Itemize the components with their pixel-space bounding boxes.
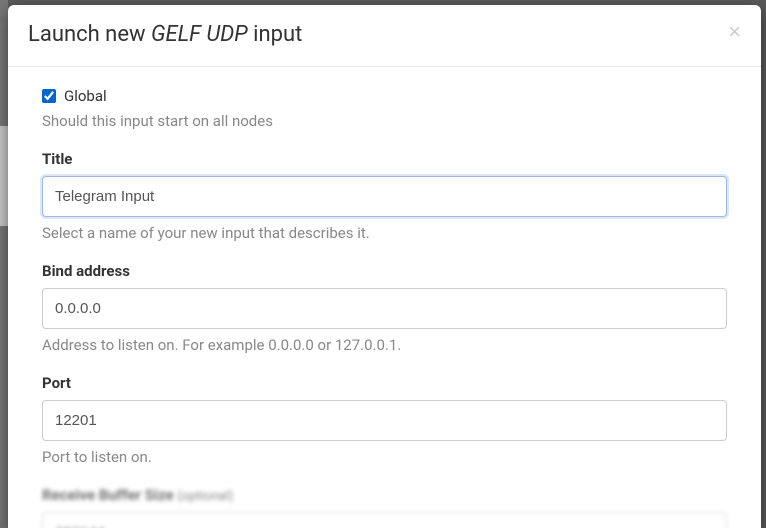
bind-address-label: Bind address — [42, 262, 727, 280]
title-emphasis: GELF UDP — [151, 22, 248, 47]
recv-buffer-input[interactable] — [42, 512, 727, 528]
global-checkbox[interactable] — [42, 89, 56, 103]
recv-buffer-optional: (optional) — [177, 489, 233, 504]
bind-address-field-group: Bind address Address to listen on. For e… — [42, 262, 727, 356]
port-input[interactable] — [42, 400, 727, 441]
recv-buffer-field-group: Receive Buffer Size (optional) The size … — [42, 486, 727, 528]
global-label: Global — [64, 87, 107, 105]
global-field-group: Global Should this input start on all no… — [42, 87, 727, 132]
port-field-group: Port Port to listen on. — [42, 374, 727, 468]
port-help: Port to listen on. — [42, 447, 727, 468]
bind-address-help: Address to listen on. For example 0.0.0.… — [42, 335, 727, 356]
title-field-group: Title Select a name of your new input th… — [42, 150, 727, 244]
close-icon[interactable]: × — [728, 21, 741, 43]
port-label: Port — [42, 374, 727, 392]
global-help: Should this input start on all nodes — [42, 111, 727, 132]
launch-input-modal: Launch new GELF UDP input × Global Shoul… — [8, 5, 761, 528]
modal-body: Global Should this input start on all no… — [8, 67, 761, 528]
title-help: Select a name of your new input that des… — [42, 223, 727, 244]
title-prefix: Launch new — [28, 22, 151, 47]
modal-header: Launch new GELF UDP input × — [8, 5, 761, 67]
bind-address-input[interactable] — [42, 288, 727, 329]
title-input[interactable] — [42, 176, 727, 217]
recv-buffer-label-text: Receive Buffer Size — [42, 486, 174, 504]
title-label: Title — [42, 150, 727, 168]
title-suffix: input — [248, 22, 303, 47]
recv-buffer-label: Receive Buffer Size (optional) — [42, 486, 727, 504]
modal-title: Launch new GELF UDP input — [28, 21, 302, 50]
